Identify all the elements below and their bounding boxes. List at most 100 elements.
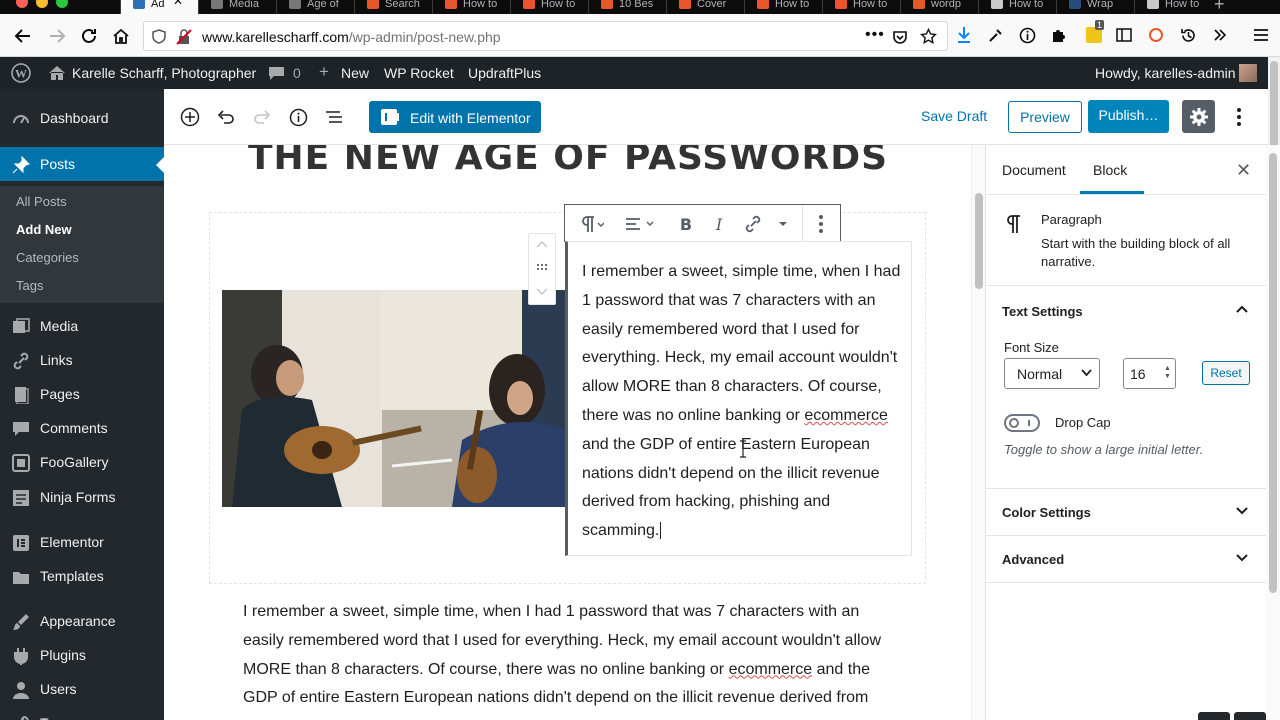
sidebar-item-to[interactable]: To (0, 706, 164, 720)
edit-with-elementor-button[interactable]: Edit with Elementor (369, 101, 541, 133)
browser-tab[interactable]: How to (432, 0, 510, 14)
more-rich-text-button[interactable] (775, 214, 791, 234)
tab-block[interactable]: Block (1093, 162, 1127, 178)
settings-scrollbar-thumb[interactable] (1269, 153, 1277, 593)
save-draft-button[interactable]: Save Draft (921, 108, 987, 124)
avatar[interactable] (1239, 64, 1257, 82)
history-icon[interactable] (1174, 21, 1202, 49)
sidebar-item-dashboard[interactable]: Dashboard (0, 101, 164, 135)
drop-cap-toggle[interactable] (1004, 414, 1040, 432)
editor-scrollbar-thumb[interactable] (975, 193, 983, 289)
insecure-lock-icon[interactable] (176, 29, 192, 45)
site-name-link[interactable]: Karelle Scharff, Photographer (72, 65, 256, 81)
close-settings-icon[interactable]: ✕ (1236, 160, 1251, 181)
zoom-window-button[interactable] (56, 0, 68, 8)
more-options-button[interactable] (813, 214, 829, 234)
corner-button[interactable] (1198, 712, 1230, 720)
chevron-down-icon[interactable] (1236, 507, 1248, 515)
advanced-panel-toggle[interactable]: Advanced (1002, 552, 1064, 567)
plus-icon[interactable]: + (319, 62, 329, 82)
misspelled-word[interactable]: ecommerce (804, 407, 888, 424)
reset-font-size-button[interactable]: Reset (1202, 361, 1250, 385)
tab-document[interactable]: Document (1002, 162, 1066, 178)
align-text-button[interactable] (621, 214, 657, 234)
post-title[interactable]: THE NEW AGE OF PASSWORDS (248, 145, 888, 178)
editor-scrollbar[interactable] (971, 145, 985, 720)
updraftplus-link[interactable]: UpdraftPlus (468, 65, 541, 81)
redo-button[interactable] (250, 105, 274, 129)
shield-icon[interactable] (152, 29, 166, 44)
browser-tab[interactable]: Age of (276, 0, 354, 14)
close-tab-icon[interactable]: ✕ (173, 0, 183, 7)
sidebar-item-links[interactable]: Links (0, 343, 164, 377)
move-down-icon[interactable] (536, 288, 548, 296)
sidebar-item-templates[interactable]: Templates (0, 559, 164, 593)
browser-tab[interactable]: How to (978, 0, 1056, 14)
forward-button[interactable] (42, 21, 72, 51)
extension-badge-icon[interactable]: 1 (1080, 20, 1108, 49)
selected-paragraph-block[interactable]: I remember a sweet, simple time, when I … (565, 241, 912, 556)
back-button[interactable] (8, 21, 38, 51)
browser-tab[interactable]: How to (1134, 0, 1212, 14)
browser-tab[interactable]: How to (822, 0, 900, 14)
font-size-number-input[interactable]: 16 ▲ ▼ (1123, 358, 1176, 389)
wordpress-logo-icon[interactable]: W (11, 63, 31, 83)
browser-tab[interactable]: Cover (666, 0, 744, 14)
sidebar-item-foogallery[interactable]: FooGallery (0, 445, 164, 479)
paragraph-block[interactable]: I remember a sweet, simple time, when I … (243, 598, 903, 713)
new-tab-button[interactable]: + (1214, 0, 1225, 14)
sidebar-item-pages[interactable]: Pages (0, 377, 164, 411)
block-navigation-button[interactable] (322, 105, 346, 129)
sidebar-item-plugins[interactable]: Plugins (0, 638, 164, 672)
browser-tab[interactable]: How to (744, 0, 822, 14)
comment-bubble-icon[interactable] (268, 65, 285, 81)
misspelled-word[interactable]: ecommerce (729, 661, 813, 678)
more-tools-button[interactable] (1227, 105, 1251, 129)
sidebar-item-elementor[interactable]: Elementor (0, 525, 164, 559)
home-button[interactable] (106, 21, 136, 51)
preview-button[interactable]: Preview (1008, 101, 1082, 133)
howdy-user-link[interactable]: Howdy, karelles-admin (1095, 65, 1236, 81)
chevron-down-icon[interactable] (1236, 554, 1248, 562)
italic-button[interactable]: I (708, 214, 730, 234)
hamburger-menu-icon[interactable] (1247, 21, 1275, 49)
browser-tab[interactable]: Search (354, 0, 432, 14)
puzzle-extension-icon[interactable] (1044, 21, 1072, 49)
submenu-add-new[interactable]: Add New (16, 222, 72, 237)
browser-tab[interactable]: 10 Bes (588, 0, 666, 14)
eyedropper-icon[interactable] (982, 21, 1010, 49)
sidebar-item-posts[interactable]: Posts (0, 147, 164, 181)
bold-button[interactable]: B (675, 214, 697, 234)
reader-view-icon[interactable] (1110, 21, 1138, 49)
chevron-up-icon[interactable] (1236, 305, 1248, 313)
undo-button[interactable] (214, 105, 238, 129)
reload-button[interactable] (74, 21, 104, 51)
browser-tab[interactable]: How to (510, 0, 588, 14)
browser-tab[interactable]: wordp (900, 0, 978, 14)
sidebar-item-comments[interactable]: Comments (0, 411, 164, 445)
new-content-link[interactable]: New (341, 65, 369, 81)
home-site-icon[interactable] (48, 64, 66, 81)
pocket-icon[interactable] (892, 29, 908, 45)
submenu-all-posts[interactable]: All Posts (16, 194, 67, 209)
move-up-icon[interactable] (536, 240, 548, 248)
sidebar-item-ninja-forms[interactable]: Ninja Forms (0, 480, 164, 514)
corner-button[interactable] (1234, 712, 1266, 720)
change-block-type-button[interactable] (573, 214, 609, 234)
font-size-select[interactable]: Normal (1004, 358, 1100, 389)
page-actions-icon[interactable]: ••• (865, 26, 885, 44)
download-icon[interactable] (950, 21, 978, 49)
submenu-categories[interactable]: Categories (16, 250, 79, 265)
minimize-window-button[interactable] (36, 0, 48, 8)
color-settings-panel-toggle[interactable]: Color Settings (1002, 505, 1091, 520)
content-info-button[interactable] (286, 105, 310, 129)
drag-handle-icon[interactable] (536, 263, 548, 271)
browser-tab[interactable]: Media (198, 0, 276, 14)
submenu-tags[interactable]: Tags (16, 278, 43, 293)
number-stepper-icon[interactable]: ▲ ▼ (1164, 365, 1171, 381)
sidebar-item-media[interactable]: Media (0, 309, 164, 343)
bookmark-star-icon[interactable] (920, 28, 937, 45)
browser-tab[interactable]: Wrap (1056, 0, 1134, 14)
publish-button[interactable]: Publish… (1088, 100, 1169, 133)
text-settings-panel-toggle[interactable]: Text Settings (1002, 304, 1083, 319)
